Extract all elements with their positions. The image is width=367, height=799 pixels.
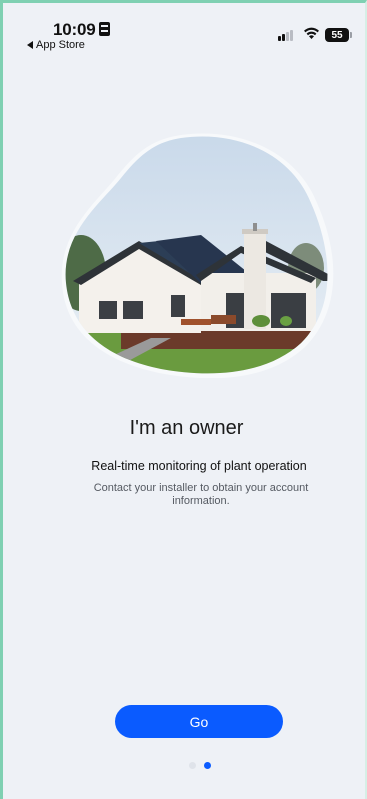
app-screen: 10:09 App Store 55 I'm an owner Real-tim… xyxy=(0,0,367,799)
page-dot-1[interactable] xyxy=(189,762,196,769)
back-arrow-icon xyxy=(27,41,33,49)
battery-icon: 55 xyxy=(325,28,349,42)
status-time: 10:09 xyxy=(53,20,96,39)
id-card-icon xyxy=(99,22,110,36)
battery-level: 55 xyxy=(331,29,343,41)
page-title: I'm an owner xyxy=(129,417,244,439)
back-to-app-store[interactable]: App Store xyxy=(27,39,85,51)
cellular-signal-icon xyxy=(278,29,296,41)
wifi-icon xyxy=(304,27,319,39)
back-app-label: App Store xyxy=(36,39,85,51)
page-subtitle: Real-time monitoring of plant operation xyxy=(91,459,307,473)
page-description: Contact your installer to obtain your ac… xyxy=(93,482,309,507)
page-dot-2[interactable] xyxy=(204,762,211,769)
battery-tip xyxy=(350,32,352,38)
house-with-solar-panels-image xyxy=(61,133,334,378)
go-button[interactable]: Go xyxy=(115,705,283,738)
page-indicator[interactable] xyxy=(189,762,219,770)
status-bar: 10:09 App Store 55 xyxy=(3,3,365,57)
